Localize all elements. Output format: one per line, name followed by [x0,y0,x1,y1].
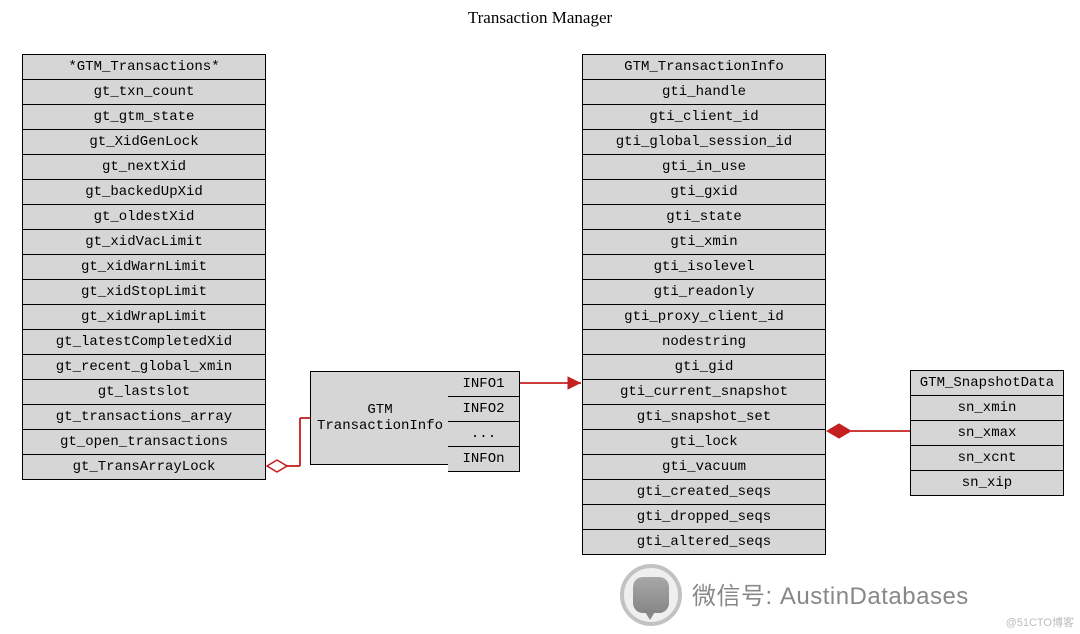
table-row: gti_gxid [583,180,825,205]
table-row: gti_client_id [583,105,825,130]
table-header: GTM_TransactionInfo [583,55,825,80]
table-row: sn_xcnt [911,446,1063,471]
table-row: gt_transactions_array [23,405,265,430]
table-row: gti_state [583,205,825,230]
table-row: gti_in_use [583,155,825,180]
table-row: gti_proxy_client_id [583,305,825,330]
table-row: gt_xidWarnLimit [23,255,265,280]
table-row: gti_snapshot_set [583,405,825,430]
table-row: gti_readonly [583,280,825,305]
table-row: gt_txn_count [23,80,265,105]
table-row: gti_gid [583,355,825,380]
watermark-prefix: 微信号: [692,583,773,610]
table-row: gt_nextXid [23,155,265,180]
table-row: gt_TransArrayLock [23,455,265,479]
table-row: gt_xidStopLimit [23,280,265,305]
table-row: gti_vacuum [583,455,825,480]
table-row: gt_xidWrapLimit [23,305,265,330]
table-row: gt_lastslot [23,380,265,405]
table-row: gt_backedUpXid [23,180,265,205]
table-row: INFO1 [448,372,519,397]
table-header: *GTM_Transactions* [23,55,265,80]
table-row: gt_oldestXid [23,205,265,230]
table-row: sn_xmin [911,396,1063,421]
table-header: GTM_SnapshotData [911,371,1063,396]
table-row: gti_handle [583,80,825,105]
table-row: gt_recent_global_xmin [23,355,265,380]
table-row: gt_open_transactions [23,430,265,455]
relation-composition [827,424,910,438]
table-row: INFOn [448,447,519,471]
label-line: TransactionInfo [317,418,443,434]
table-row: gt_gtm_state [23,105,265,130]
table-row: gti_dropped_seqs [583,505,825,530]
table-row: gt_xidVacLimit [23,230,265,255]
table-row: INFO2 [448,397,519,422]
table-row: gt_XidGenLock [23,130,265,155]
watermark-text: 微信号: AustinDatabases [692,576,969,611]
table-row: gti_created_seqs [583,480,825,505]
table-row: ... [448,422,519,447]
table-gtm-transactioninfo: GTM_TransactionInfo gti_handle gti_clien… [582,54,826,555]
table-row: gti_isolevel [583,255,825,280]
table-row: gti_global_session_id [583,130,825,155]
table-row: gt_latestCompletedXid [23,330,265,355]
table-row: nodestring [583,330,825,355]
table-row: gti_lock [583,430,825,455]
table-row: sn_xmax [911,421,1063,446]
table-row: gti_xmin [583,230,825,255]
relation-aggregation [267,418,310,472]
table-row: gti_altered_seqs [583,530,825,554]
watermark-credit: @51CTO博客 [1006,614,1074,630]
table-row: sn_xip [911,471,1063,495]
table-gtm-transactions: *GTM_Transactions* gt_txn_count gt_gtm_s… [22,54,266,480]
label-line: GTM [367,402,392,418]
wechat-icon [620,564,682,626]
table-gtm-snapshotdata: GTM_SnapshotData sn_xmin sn_xmax sn_xcnt… [910,370,1064,496]
watermark-name: AustinDatabases [780,583,969,610]
table-row: gti_current_snapshot [583,380,825,405]
table-gtm-txninfo-array-label: GTM TransactionInfo [310,371,450,465]
diagram-title: Transaction Manager [0,8,1080,28]
table-gtm-txninfo-array-slots: INFO1 INFO2 ... INFOn [448,371,520,472]
